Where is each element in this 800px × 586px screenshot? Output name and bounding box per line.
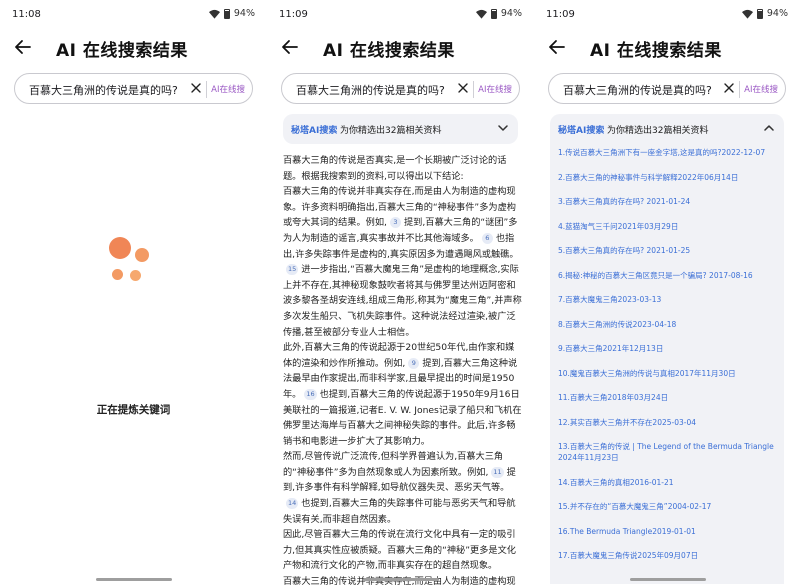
source-link[interactable]: 16.The Bermuda Triangle2019-01-01 — [558, 526, 778, 537]
answer-text: 也提到,百慕大三角的传说起源于1950年9月16日美联社的一篇报道,记者E. V… — [283, 388, 522, 447]
ai-search-button[interactable]: AI在线搜 — [211, 83, 245, 95]
battery-icon — [756, 8, 763, 19]
page-title: AI 在线搜索结果 — [56, 41, 188, 61]
sources-brand: 秘塔AI搜索 — [558, 126, 605, 136]
battery-percent: 94% — [233, 8, 255, 19]
search-bar[interactable]: 百慕大三角洲的传说是真的吗? AI在线搜 — [281, 73, 520, 104]
status-time: 11:09 — [546, 9, 575, 20]
search-input[interactable]: 百慕大三角洲的传说是真的吗? — [296, 82, 445, 98]
source-link[interactable]: 10.魔鬼百慕大三角洲的传说与真相2017年11月30日 — [558, 368, 778, 379]
source-link[interactable]: 17.百慕大魔鬼三角传说2025年09月07日 — [558, 550, 778, 561]
search-input[interactable]: 百慕大三角洲的传说是真的吗? — [29, 82, 178, 98]
search-bar[interactable]: 百慕大三角洲的传说是真的吗? AI在线搜 — [14, 73, 253, 104]
status-icons: 94% — [741, 8, 788, 19]
loading-dot-bottom-left — [112, 269, 123, 280]
wifi-icon — [208, 9, 220, 19]
status-bar: 11:08 94% — [0, 0, 267, 30]
source-link[interactable]: 2.百慕大三角的神秘事件与科学解释2022年06月14日 — [558, 172, 778, 183]
back-arrow-icon[interactable] — [281, 38, 299, 56]
status-time: 11:08 — [12, 9, 41, 20]
status-time: 11:09 — [279, 9, 308, 20]
home-indicator[interactable] — [630, 578, 706, 581]
app-header: AI 在线搜索结果 — [267, 32, 534, 64]
battery-icon — [490, 8, 497, 19]
battery-percent: 94% — [766, 8, 788, 19]
status-icons: 94% — [208, 8, 255, 19]
source-link[interactable]: 3.百慕大三角真的存在吗? 2021-01-24 — [558, 196, 778, 207]
answer-article: 百慕大三角的传说是否真实,是一个长期被广泛讨论的话题。根据我搜索到的资料,可以得… — [283, 153, 522, 586]
ai-search-button[interactable]: AI在线搜 — [744, 83, 778, 95]
answer-text: 百慕大三角的传说是否真实,是一个长期被广泛讨论的话题。根据我搜索到的资料,可以得… — [283, 155, 507, 182]
citation-badge[interactable]: 16 — [304, 388, 317, 400]
home-indicator[interactable] — [363, 578, 439, 581]
loading-dot-right — [135, 248, 149, 262]
citation-badge[interactable]: 6 — [481, 232, 493, 244]
answer-paragraph: 百慕大三角的传说是否真实,是一个长期被广泛讨论的话题。根据我搜索到的资料,可以得… — [283, 153, 522, 184]
source-list: 1.传说百慕大三角洲下有一座金字塔,这是真的吗?2022-12-07 2.百慕大… — [558, 147, 778, 575]
sources-count-text: 为你精选出32篇相关资料 — [607, 126, 709, 136]
search-divider — [739, 81, 740, 98]
answer-paragraph: 然而,尽管传说广泛流传,但科学界普遍认为,百慕大三角的“神秘事件”多为自然现象或… — [283, 449, 522, 527]
loading-text: 正在提炼关键词 — [96, 404, 171, 416]
sources-brand: 秘塔AI搜索 — [291, 126, 338, 136]
loading-dot-bottom-right — [130, 270, 141, 281]
screen-answer: 11:09 94% AI 在线搜索结果 百慕大三角洲的传说是真的吗? AI在线搜… — [267, 0, 534, 586]
source-link[interactable]: 9.百慕大三角2021年12月13日 — [558, 343, 778, 354]
answer-text: 也提到,百慕大三角的失踪事件可能与恶劣天气和导航失误有关,而非超自然因素。 — [283, 498, 516, 525]
search-input[interactable]: 百慕大三角洲的传说是真的吗? — [563, 82, 712, 98]
close-icon[interactable] — [723, 82, 735, 94]
citation-badge[interactable]: 15 — [286, 264, 299, 276]
wifi-icon — [741, 9, 753, 19]
source-link[interactable]: 6.揭秘:神秘的百慕大三角区竟只是一个骗局? 2017-08-16 — [558, 270, 778, 281]
status-bar: 11:09 94% — [534, 0, 800, 30]
screen-sources: 11:09 94% AI 在线搜索结果 百慕大三角洲的传说是真的吗? AI在线搜… — [534, 0, 800, 586]
wifi-icon — [475, 9, 487, 19]
back-arrow-icon[interactable] — [548, 38, 566, 56]
citation-badge[interactable]: 14 — [286, 498, 299, 510]
citation-badge[interactable]: 3 — [389, 217, 401, 229]
source-link[interactable]: 12.其实百慕大三角并不存在2025-03-04 — [558, 417, 778, 428]
loading-dot-large — [109, 237, 131, 259]
source-link[interactable]: 14.百慕大三角的真相2016-01-21 — [558, 477, 778, 488]
source-link[interactable]: 15.并不存在的“百慕大魔鬼三角”2004-02-17 — [558, 501, 778, 512]
answer-text: 进一步指出,“百慕大魔鬼三角”是虚构的地理概念,实际上并不存在,其神秘现象鼓吹者… — [283, 264, 522, 338]
status-bar: 11:09 94% — [267, 0, 534, 30]
sources-collapsed-bar[interactable]: 秘塔AI搜索 为你精选出32篇相关资料 — [283, 114, 518, 144]
answer-text: 因此,尽管百慕大三角的传说在流行文化中具有一定的吸引力,但其真实性应被质疑。百慕… — [283, 529, 516, 572]
source-link[interactable]: 7.百慕大魔鬼三角2023-03-13 — [558, 294, 778, 305]
close-icon[interactable] — [457, 82, 469, 94]
chevron-down-icon[interactable] — [498, 124, 508, 132]
back-arrow-icon[interactable] — [14, 38, 32, 56]
search-divider — [473, 81, 474, 98]
sources-expanded-panel: 秘塔AI搜索 为你精选出32篇相关资料 1.传说百慕大三角洲下有一座金字塔,这是… — [550, 114, 784, 584]
battery-icon — [223, 8, 230, 19]
answer-text: 然而,尽管传说广泛流传,但科学界普遍认为,百慕大三角的“神秘事件”多为自然现象或… — [283, 451, 504, 478]
home-indicator[interactable] — [96, 578, 172, 581]
source-link[interactable]: 11.百慕大三角2018年03月24日 — [558, 392, 778, 403]
citation-badge[interactable]: 9 — [408, 357, 420, 369]
status-icons: 94% — [475, 8, 522, 19]
source-link[interactable]: 1.传说百慕大三角洲下有一座金字塔,这是真的吗?2022-12-07 — [558, 147, 778, 158]
search-divider — [206, 81, 207, 98]
app-header: AI 在线搜索结果 — [534, 32, 800, 64]
screen-loading: 11:08 94% AI 在线搜索结果 百慕大三角洲的传说是真的吗? AI在线搜… — [0, 0, 267, 586]
source-link[interactable]: 5.百慕大三角真的存在吗? 2021-01-25 — [558, 245, 778, 256]
citation-badge[interactable]: 11 — [491, 466, 504, 478]
page-title: AI 在线搜索结果 — [590, 41, 722, 61]
page-title: AI 在线搜索结果 — [323, 41, 455, 61]
source-link[interactable]: 4.蓝猫淘气三千问2021年03月29日 — [558, 221, 778, 232]
chevron-up-icon[interactable] — [764, 124, 774, 132]
answer-paragraph: 因此,尽管百慕大三角的传说在流行文化中具有一定的吸引力,但其真实性应被质疑。百慕… — [283, 527, 522, 574]
close-icon[interactable] — [190, 82, 202, 94]
sources-count-text: 为你精选出32篇相关资料 — [340, 126, 442, 136]
ai-search-button[interactable]: AI在线搜 — [478, 83, 512, 95]
answer-paragraph: 此外,百慕大三角的传说起源于20世纪50年代,由作家和媒体的渲染和炒作所推动。例… — [283, 340, 522, 449]
source-link[interactable]: 13.百慕大三角的传说 | The Legend of the Bermuda … — [558, 441, 778, 463]
battery-percent: 94% — [500, 8, 522, 19]
search-bar[interactable]: 百慕大三角洲的传说是真的吗? AI在线搜 — [548, 73, 786, 104]
source-link[interactable]: 8.百慕大三角洲的传说2023-04-18 — [558, 319, 778, 330]
loading-spinner — [100, 232, 160, 292]
app-header: AI 在线搜索结果 — [0, 32, 267, 64]
answer-paragraph: 百慕大三角的传说并非真实存在,而是由人为制造的虚构现象。许多资料明确指出,百慕大… — [283, 184, 522, 340]
